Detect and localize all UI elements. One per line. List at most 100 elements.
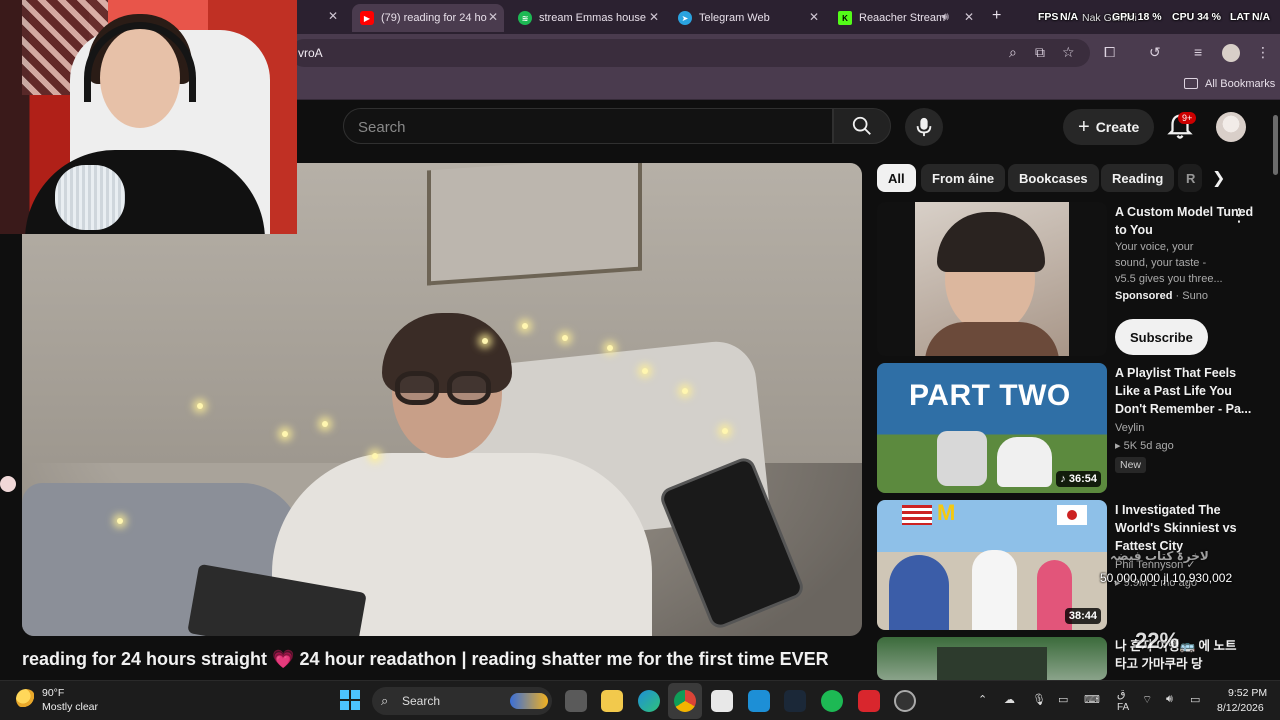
- chip-reading[interactable]: Reading: [1101, 164, 1175, 192]
- all-bookmarks-link[interactable]: All Bookmarks: [1205, 78, 1275, 90]
- weather-moon-icon[interactable]: [16, 689, 36, 709]
- duration-badge: 38:44: [1064, 608, 1101, 624]
- spotify-icon: ≋: [518, 11, 532, 25]
- obs-icon[interactable]: [894, 690, 916, 712]
- ad-thumbnail[interactable]: [877, 202, 1107, 356]
- kick-icon: K: [838, 11, 852, 25]
- chip-all[interactable]: All: [877, 164, 916, 192]
- cloud-icon[interactable]: ☁: [1004, 693, 1015, 706]
- profile-avatar[interactable]: [1222, 44, 1240, 62]
- volume-icon[interactable]: 🔊︎: [1166, 693, 1173, 706]
- ad-description: Your voice, your sound, your taste - v5.…: [1115, 241, 1223, 285]
- telegram-icon: ➤: [678, 11, 692, 25]
- page-scrollbar[interactable]: [1271, 100, 1280, 680]
- close-tab-icon[interactable]: ✕: [649, 10, 659, 24]
- close-tab-icon[interactable]: ✕: [809, 10, 819, 24]
- weather-description[interactable]: Mostly clear: [42, 701, 98, 713]
- search-icon: ⌕: [381, 693, 389, 708]
- display-icon[interactable]: ▭: [1058, 693, 1068, 706]
- close-tab-icon[interactable]: ✕: [964, 10, 974, 24]
- side-sticker-icon: [0, 476, 16, 492]
- edge-icon[interactable]: [638, 690, 660, 712]
- fps-value: N/A: [1060, 11, 1079, 23]
- close-tab-icon[interactable]: ✕: [488, 10, 498, 24]
- ad-sponsor-line: Sponsored · Suno: [1115, 290, 1208, 302]
- search-input[interactable]: Search: [343, 108, 833, 144]
- video-meta: ▸ 5K 5d ago: [1115, 440, 1174, 452]
- create-button[interactable]: + Create: [1063, 109, 1155, 145]
- video-frame-glasses: [395, 371, 495, 409]
- video-thumbnail-playlist[interactable]: PART TWO ♪ 36:54: [877, 363, 1107, 493]
- tab-telegram[interactable]: ➤ Telegram Web ✕: [670, 4, 825, 32]
- video-title-playlist[interactable]: A Playlist That Feels Like a Past Life Y…: [1115, 364, 1255, 418]
- windows-taskbar: 90°F Mostly clear ⌕ Search ⌃ ☁ 🎙︎ ▭ ⌨ ق …: [0, 680, 1280, 720]
- microphone-icon: [916, 117, 932, 137]
- file-explorer-icon[interactable]: [601, 690, 623, 712]
- install-app-icon[interactable]: ⧉: [1035, 44, 1045, 61]
- overlay-percent: 22%: [1135, 628, 1180, 653]
- webcam-microphone: [55, 165, 125, 230]
- plus-icon: +: [1078, 115, 1090, 138]
- chevron-right-icon[interactable]: ❯: [1212, 168, 1225, 188]
- app-red-icon[interactable]: [858, 690, 880, 712]
- tray-mic-icon[interactable]: 🎙︎: [1032, 693, 1046, 706]
- more-options-icon[interactable]: ⋮: [1230, 205, 1248, 226]
- keyboard-icon[interactable]: ⌨: [1084, 693, 1100, 706]
- tray-overflow-icon[interactable]: ⌃: [978, 693, 987, 706]
- video-thumbnail-korean[interactable]: [877, 637, 1107, 680]
- history-icon[interactable]: ↺: [1149, 44, 1161, 61]
- clock-date[interactable]: 8/12/2026: [1217, 702, 1264, 714]
- battery-icon[interactable]: ▭: [1190, 693, 1200, 706]
- bookmark-star-icon[interactable]: ☆: [1062, 44, 1075, 61]
- address-bar[interactable]: vroA: [290, 39, 1090, 67]
- lat-value: N/A: [1252, 11, 1271, 23]
- chrome-icon[interactable]: [674, 690, 696, 712]
- network-icon[interactable]: ⌔: [1142, 693, 1152, 707]
- account-avatar[interactable]: [1216, 112, 1246, 142]
- windows-start-icon[interactable]: [340, 690, 360, 710]
- video-frame-picture: [427, 163, 642, 286]
- search-button[interactable]: [833, 108, 891, 144]
- overlay-counter: 50,000,000 jl 10,930,002: [1100, 571, 1233, 585]
- input-language[interactable]: FA: [1117, 702, 1129, 713]
- media-control-icon[interactable]: ≡: [1194, 44, 1202, 60]
- extensions-icon[interactable]: ⧠: [1104, 44, 1115, 61]
- fps-label: FPS: [1038, 11, 1059, 23]
- notification-badge: 9+: [1178, 112, 1197, 124]
- chip-bookcases[interactable]: Bookcases: [1008, 164, 1099, 192]
- subscribe-button[interactable]: Subscribe: [1115, 319, 1208, 355]
- tab-youtube[interactable]: ▶ (79) reading for 24 ho ✕: [352, 4, 504, 32]
- url-text: vroA: [298, 46, 323, 60]
- chip-more[interactable]: R: [1178, 164, 1202, 192]
- cpu-stat: CPU 34 %: [1172, 11, 1222, 23]
- chip-from-aine[interactable]: From áine: [921, 164, 1006, 192]
- tab-spotify[interactable]: ≋ stream Emmas house ✕: [510, 4, 665, 32]
- menu-kebab-icon[interactable]: ⋮: [1256, 44, 1270, 61]
- video-thumbnail-cities[interactable]: M 38:44: [877, 500, 1107, 630]
- clock-time[interactable]: 9:52 PM: [1228, 687, 1267, 699]
- input-language-short[interactable]: ق: [1117, 687, 1126, 700]
- audio-playing-icon[interactable]: 🔊︎: [942, 11, 949, 24]
- gpu-stat: GPU 18 %: [1112, 11, 1162, 23]
- folder-icon: [1184, 78, 1198, 89]
- task-view-icon[interactable]: [565, 690, 587, 712]
- zoom-icon[interactable]: ⌕: [1009, 44, 1017, 61]
- scrollbar-thumb[interactable]: [1273, 115, 1278, 175]
- voice-search-button[interactable]: [905, 108, 943, 146]
- taskbar-search[interactable]: ⌕ Search: [372, 687, 552, 715]
- channel-name[interactable]: Veylin: [1115, 420, 1144, 436]
- search-highlight-icon: [510, 693, 548, 709]
- new-tab-icon[interactable]: +: [992, 7, 1001, 25]
- overlay-arabic-text: لاخرۃ کتاب فیضہ: [1110, 549, 1209, 563]
- spotify-taskbar-icon[interactable]: [821, 690, 843, 712]
- video-title-cities[interactable]: I Investigated The World's Skinniest vs …: [1115, 501, 1255, 555]
- tab-kick[interactable]: K Reaacher Stream 🔊︎ ✕: [830, 4, 980, 32]
- lat-label: LAT: [1230, 11, 1250, 23]
- steam-icon[interactable]: [784, 690, 806, 712]
- ms-store-icon[interactable]: [711, 690, 733, 712]
- duration-badge: ♪ 36:54: [1056, 471, 1101, 487]
- prev-tab-close-icon[interactable]: ✕: [328, 9, 338, 23]
- weather-temp[interactable]: 90°F: [42, 687, 64, 699]
- video-title: reading for 24 hours straight 💗 24 hour …: [22, 649, 829, 669]
- remote-desktop-icon[interactable]: [748, 690, 770, 712]
